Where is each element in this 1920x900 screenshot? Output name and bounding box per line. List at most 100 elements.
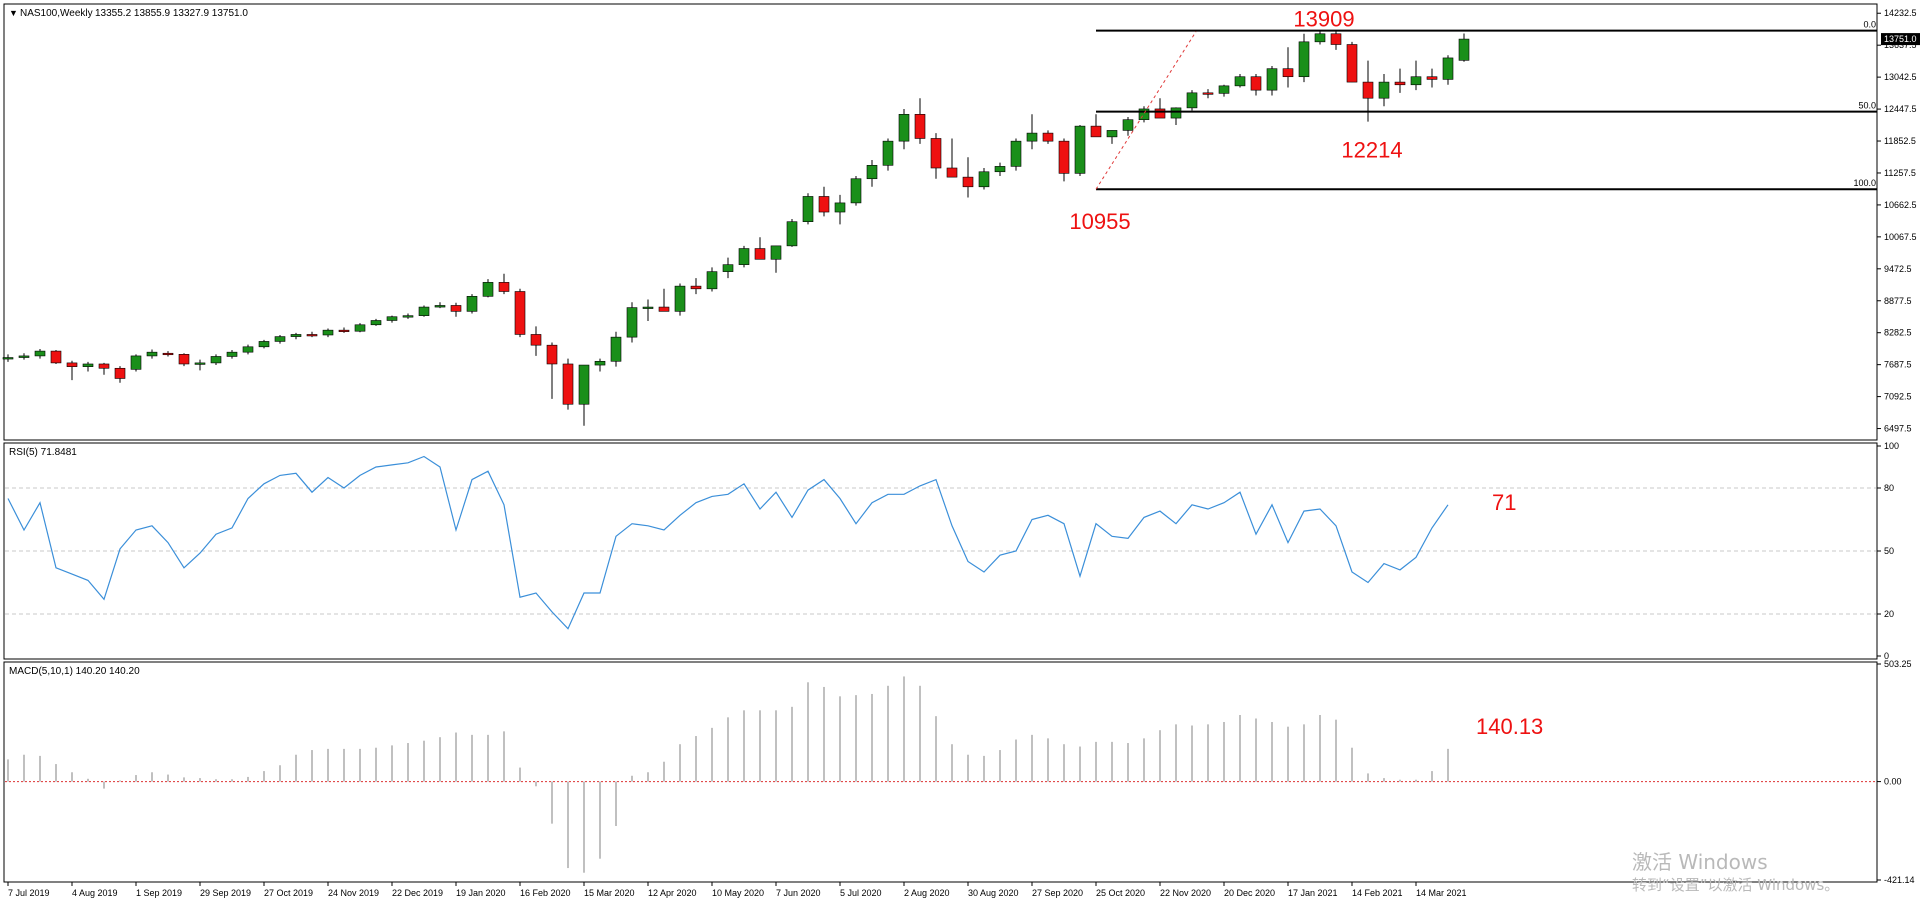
x-tick-label: 4 Aug 2019 (72, 888, 118, 898)
x-tick-label: 16 Feb 2020 (520, 888, 571, 898)
bearish-candle (754, 248, 766, 260)
bearish-candle (114, 367, 126, 379)
bearish-candle (1362, 81, 1374, 99)
bullish-candle (722, 264, 734, 272)
bullish-candle (1026, 132, 1038, 142)
rsi-annotation: 71 (1492, 490, 1516, 515)
bullish-candle (34, 350, 46, 357)
bearish-candle (514, 291, 526, 335)
price-header-symbol-triangle[interactable]: ▼ (9, 8, 18, 18)
bearish-candle (162, 352, 174, 356)
bullish-candle (978, 171, 990, 188)
bullish-candle (290, 334, 302, 337)
bullish-candle (18, 355, 30, 358)
bullish-candle (642, 306, 654, 309)
bullish-candle (882, 140, 894, 166)
macd-panel[interactable]: MACD(5,10,1) 140.20 140.20 140.13 (5, 666, 1876, 873)
macd-y-tick-label: -421.14 (1884, 875, 1915, 885)
bearish-candle (306, 334, 318, 337)
bullish-candle (466, 296, 478, 312)
x-tick-label: 24 Nov 2019 (328, 888, 379, 898)
bullish-candle (434, 305, 446, 308)
x-tick-label: 27 Sep 2020 (1032, 888, 1083, 898)
price-panel[interactable]: ▼ NAS100,Weekly 13355.2 13855.9 13327.9 … (2, 7, 1877, 426)
rsi-y-tick-label: 80 (1884, 483, 1894, 493)
x-tick-label: 2 Aug 2020 (904, 888, 950, 898)
bearish-candle (562, 363, 574, 405)
rsi-title: RSI(5) 71.8481 (9, 447, 77, 458)
bullish-candle (370, 320, 382, 326)
bullish-candle (786, 221, 798, 247)
x-tick-label: 7 Jul 2019 (8, 888, 50, 898)
price-annotation: 10955 (1069, 209, 1130, 234)
x-tick-label: 10 May 2020 (712, 888, 764, 898)
bearish-candle (338, 329, 350, 332)
y-axes: 14232.513637.513042.512447.511852.511257… (1877, 8, 1920, 885)
price-y-tick-label: 14232.5 (1884, 8, 1917, 18)
bullish-candle (1170, 107, 1182, 119)
bullish-candle (1298, 41, 1310, 78)
bearish-candle (1330, 33, 1342, 45)
bearish-candle (1154, 108, 1166, 119)
price-annotation: 13909 (1293, 7, 1354, 32)
rsi-panel[interactable]: RSI(5) 71.8481 71 (5, 447, 1876, 630)
bullish-candle (674, 285, 686, 312)
bullish-candle (402, 315, 414, 318)
candlestick-series (2, 30, 1470, 426)
windows-activation-watermark-title: 激活 Windows (1632, 850, 1768, 874)
x-tick-label: 19 Jan 2020 (456, 888, 506, 898)
bearish-candle (1250, 76, 1262, 91)
bearish-candle (1426, 76, 1438, 80)
rsi-y-tick-label: 100 (1884, 441, 1899, 451)
price-y-tick-label: 11852.5 (1884, 136, 1916, 146)
bullish-candle (418, 306, 430, 316)
bullish-candle (146, 351, 158, 357)
x-tick-label: 7 Jun 2020 (776, 888, 821, 898)
price-y-tick-label: 10662.5 (1884, 200, 1917, 210)
bullish-candle (1410, 76, 1422, 86)
current-price-label: 13751.0 (1884, 34, 1917, 44)
trading-chart[interactable]: ▼ NAS100,Weekly 13355.2 13855.9 13327.9 … (0, 0, 1920, 900)
bearish-candle (914, 114, 926, 139)
price-y-tick-label: 7092.5 (1884, 392, 1912, 402)
bullish-candle (770, 245, 782, 260)
macd-histogram: 140.13 (5, 676, 1876, 873)
bullish-candle (1010, 140, 1022, 167)
price-y-tick-label: 10067.5 (1884, 232, 1917, 242)
macd-title: MACD(5,10,1) 140.20 140.20 (9, 666, 140, 677)
price-annotation: 12214 (1341, 138, 1402, 163)
x-tick-label: 14 Mar 2021 (1416, 888, 1467, 898)
bearish-candle (98, 363, 110, 369)
price-annotations: 13909 12214 10955 (1069, 7, 1402, 235)
x-tick-label: 22 Dec 2019 (392, 888, 443, 898)
bullish-candle (706, 271, 718, 290)
bullish-candle (626, 307, 638, 338)
bullish-candle (1458, 38, 1470, 61)
rsi-line (7, 455, 1449, 630)
macd-y-tick-label: 0.00 (1884, 777, 1902, 787)
fibonacci-level-label: 50.0 (1858, 101, 1876, 111)
price-y-tick-label: 7687.5 (1884, 360, 1912, 370)
bearish-candle (546, 344, 558, 365)
bullish-candle (1442, 57, 1454, 80)
fibonacci-retracement[interactable]: 0.0 50.0 100.0 (1095, 20, 1877, 191)
bearish-candle (530, 334, 542, 346)
fibonacci-level-label: 0.0 (1863, 20, 1876, 30)
bearish-candle (962, 176, 974, 188)
x-tick-label: 17 Jan 2021 (1288, 888, 1338, 898)
bullish-candle (1234, 76, 1246, 87)
bullish-candle (258, 341, 270, 348)
bearish-candle (946, 167, 958, 178)
bearish-candle (658, 306, 670, 312)
x-tick-label: 25 Oct 2020 (1096, 888, 1145, 898)
x-tick-label: 20 Dec 2020 (1224, 888, 1275, 898)
bearish-candle (50, 350, 62, 364)
bullish-candle (994, 166, 1006, 173)
bullish-candle (1106, 130, 1118, 138)
bearish-candle (1058, 140, 1070, 174)
x-tick-label: 14 Feb 2021 (1352, 888, 1403, 898)
bullish-candle (578, 364, 590, 405)
fibonacci-level-label: 100.0 (1853, 178, 1876, 188)
x-tick-label: 30 Aug 2020 (968, 888, 1019, 898)
bullish-candle (802, 196, 814, 222)
